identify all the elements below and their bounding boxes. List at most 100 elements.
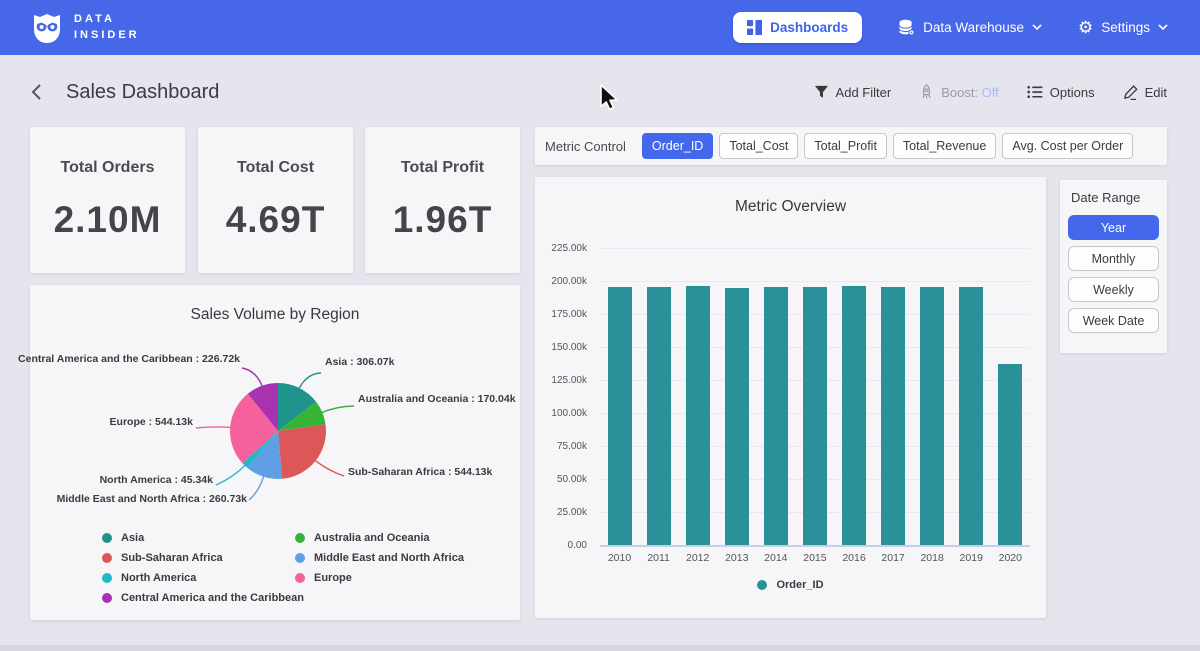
- pie-legend-item-0[interactable]: Asia: [102, 532, 304, 544]
- nav-dashboards-label: Dashboards: [770, 20, 848, 35]
- legend-label: Central America and the Caribbean: [121, 592, 304, 604]
- bar-2019: [959, 287, 983, 545]
- sales-dashboard-screen: DATA INSIDER Dashboards: [0, 0, 1200, 651]
- bar-2014: [764, 287, 788, 545]
- metric-chip-total-profit[interactable]: Total_Profit: [804, 133, 887, 159]
- date-range-options: Year Monthly Weekly Week Date: [1068, 215, 1159, 333]
- bar-chart-card: Metric Overview 225.00k200.00k175.00k150…: [535, 177, 1046, 618]
- gear-icon: ⚙: [1078, 19, 1093, 36]
- pie-label-5: Europe : 544.13k: [110, 416, 193, 428]
- legend-dot: [757, 580, 767, 590]
- legend-label: North America: [121, 572, 196, 584]
- y-tick-label: 75.00k: [535, 441, 587, 452]
- y-tick-label: 25.00k: [535, 507, 587, 518]
- bar-chart-x-axis: 2010201120122013201420152016201720182019…: [600, 552, 1030, 564]
- x-tick-label: 2017: [874, 552, 913, 564]
- legend-label: Australia and Oceania: [314, 532, 430, 544]
- nav-settings-menu[interactable]: ⚙ Settings: [1078, 19, 1168, 36]
- metric-chip-group: Order_IDTotal_CostTotal_ProfitTotal_Reve…: [636, 133, 1133, 159]
- x-tick-label: 2011: [639, 552, 678, 564]
- x-tick-label: 2010: [600, 552, 639, 564]
- chevron-down-icon: [1032, 24, 1042, 31]
- legend-dot: [295, 553, 305, 563]
- bar-chart-title: Metric Overview: [535, 198, 1046, 216]
- header-actions: Add Filter Boost: Off: [814, 84, 1167, 100]
- boost-label: Boost:: [941, 85, 978, 100]
- legend-label: Middle East and North Africa: [314, 552, 464, 564]
- date-range-week-date-button[interactable]: Week Date: [1068, 308, 1159, 333]
- kpi-label: Total Cost: [237, 159, 314, 177]
- metric-chip-total-cost[interactable]: Total_Cost: [719, 133, 798, 159]
- pie-label-4: North America : 45.34k: [100, 474, 213, 486]
- legend-dot: [295, 573, 305, 583]
- metric-control-label: Metric Control: [545, 139, 626, 154]
- kpi-card-total-profit: Total Profit 1.96T: [365, 127, 520, 273]
- legend-dot: [295, 533, 305, 543]
- x-tick-label: 2013: [717, 552, 756, 564]
- nav-actions: Dashboards Data Warehouse: [733, 0, 1168, 55]
- bar-2018: [920, 287, 944, 545]
- app-logo[interactable]: DATA INSIDER: [30, 11, 140, 45]
- x-tick-label: 2020: [991, 552, 1030, 564]
- bar-2020: [998, 364, 1022, 545]
- bottom-strip: [0, 645, 1200, 651]
- legend-label: Europe: [314, 572, 352, 584]
- kpi-card-total-cost: Total Cost 4.69T: [198, 127, 353, 273]
- nav-dashboards-button[interactable]: Dashboards: [733, 12, 862, 43]
- legend-dot: [102, 553, 112, 563]
- add-filter-button[interactable]: Add Filter: [814, 85, 892, 100]
- pie-legend-item-2[interactable]: Sub-Saharan Africa: [102, 552, 304, 564]
- nav-data-warehouse-menu[interactable]: Data Warehouse: [898, 19, 1042, 36]
- date-range-monthly-button[interactable]: Monthly: [1068, 246, 1159, 271]
- x-tick-label: 2015: [795, 552, 834, 564]
- bar-2016: [842, 286, 866, 545]
- legend-dot: [102, 533, 112, 543]
- date-range-panel: Date Range Year Monthly Weekly Week Date: [1060, 180, 1167, 353]
- nav-settings-label: Settings: [1101, 20, 1150, 35]
- edit-button[interactable]: Edit: [1123, 85, 1167, 100]
- bar-2017: [881, 287, 905, 545]
- kpi-value: 2.10M: [54, 199, 162, 241]
- y-tick-label: 50.00k: [535, 474, 587, 485]
- bar-chart-legend: Order_ID: [535, 579, 1046, 591]
- page-title: Sales Dashboard: [66, 81, 219, 104]
- database-icon: [898, 19, 915, 36]
- metric-chip-total-revenue[interactable]: Total_Revenue: [893, 133, 996, 159]
- legend-item-order-id[interactable]: Order_ID: [757, 579, 823, 591]
- bar-chart-plot: [600, 248, 1030, 545]
- x-tick-label: 2018: [913, 552, 952, 564]
- date-range-year-button[interactable]: Year: [1068, 215, 1159, 240]
- pie-label-6: Central America and the Caribbean : 226.…: [18, 353, 240, 365]
- pie-legend-item-1[interactable]: Australia and Oceania: [295, 532, 464, 544]
- pie-legend-item-4[interactable]: North America: [102, 572, 304, 584]
- pie-legend-item-5[interactable]: Europe: [295, 572, 464, 584]
- date-range-label: Date Range: [1071, 190, 1159, 205]
- bar-2013: [725, 288, 749, 546]
- back-button[interactable]: [30, 83, 42, 101]
- rocket-icon: [919, 84, 934, 100]
- kpi-label: Total Orders: [61, 159, 155, 177]
- page-header: Sales Dashboard Add Filter Boost: Off: [30, 74, 1167, 110]
- y-tick-label: 0.00: [535, 540, 587, 551]
- pie-legend-item-6[interactable]: Central America and the Caribbean: [102, 592, 304, 604]
- boost-toggle[interactable]: Boost: Off: [919, 84, 999, 100]
- metric-chip-avg-cost-per-order[interactable]: Avg. Cost per Order: [1002, 133, 1133, 159]
- list-options-icon: [1027, 85, 1043, 99]
- metric-chip-order-id[interactable]: Order_ID: [642, 133, 713, 159]
- pie-chart-card: Sales Volume by Region Asia : 306.07kAus…: [30, 285, 520, 620]
- chevron-down-icon: [1158, 24, 1168, 31]
- nav-data-warehouse-label: Data Warehouse: [923, 20, 1024, 35]
- kpi-value: 4.69T: [226, 199, 326, 241]
- x-tick-label: 2012: [678, 552, 717, 564]
- y-tick-label: 200.00k: [535, 276, 587, 287]
- legend-label: Sub-Saharan Africa: [121, 552, 223, 564]
- pie-legend-column-1: Asia Sub-Saharan Africa North America Centr…: [102, 532, 304, 604]
- top-navbar: DATA INSIDER Dashboards: [0, 0, 1200, 55]
- legend-label: Order_ID: [776, 579, 823, 591]
- boost-value: Off: [982, 85, 999, 100]
- date-range-weekly-button[interactable]: Weekly: [1068, 277, 1159, 302]
- options-button[interactable]: Options: [1027, 85, 1095, 100]
- pie-legend-item-3[interactable]: Middle East and North Africa: [295, 552, 464, 564]
- dashboard-grid-icon: [747, 20, 762, 35]
- legend-dot: [102, 573, 112, 583]
